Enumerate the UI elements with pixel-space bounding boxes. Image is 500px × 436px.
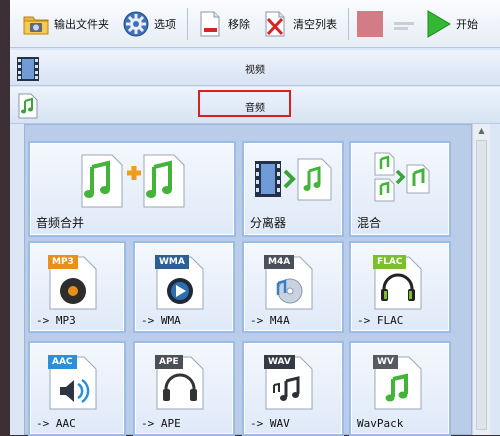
tile-mix-label: 混合 [357, 216, 382, 230]
start-label: 开始 [456, 18, 478, 31]
tile-flac-label: -> FLAC [357, 314, 404, 327]
audio-join-icon [78, 153, 188, 213]
flac-badge: FLAC [373, 255, 407, 269]
options-label: 选项 [154, 18, 176, 31]
remove-button[interactable]: 移除 [196, 8, 250, 40]
tile-wavpack[interactable]: WV WavPack [349, 341, 451, 436]
splitter-icon [254, 157, 334, 205]
folder-icon [22, 10, 50, 38]
pause-button[interactable] [390, 8, 422, 40]
toolbar: 输出文件夹 选项 移除 清空列表 开始 [10, 0, 500, 48]
stop-icon [356, 10, 384, 38]
output-folder-label: 输出文件夹 [54, 18, 109, 31]
scroll-thumb[interactable] [476, 140, 487, 430]
clear-list-label: 清空列表 [293, 18, 337, 31]
clear-list-icon [261, 10, 289, 38]
tile-m4a[interactable]: M4A -> M4A [242, 241, 344, 333]
tile-aac[interactable]: AAC -> AAC [28, 341, 126, 436]
remove-label: 移除 [228, 18, 250, 31]
scroll-up-arrow-icon[interactable]: ▲ [473, 124, 490, 138]
tile-wav[interactable]: WAV -> WAV [242, 341, 344, 436]
pause-icon [390, 10, 418, 38]
tile-ape-label: -> APE [141, 417, 181, 430]
format-factory-window: 输出文件夹 选项 移除 清空列表 开始 视频 音频 音频合并 分离器 混合 MP… [10, 0, 500, 436]
toolbar-separator [187, 8, 188, 40]
gear-icon [122, 10, 150, 38]
tile-wma-label: -> WMA [141, 314, 181, 327]
wma-badge: WMA [155, 255, 189, 269]
flac-document-icon: FLAC [373, 255, 423, 311]
tile-mp3[interactable]: MP3 -> MP3 [28, 241, 126, 333]
aac-document-icon: AAC [48, 355, 98, 411]
mix-icon [373, 151, 433, 209]
category-video-label: 视频 [245, 65, 265, 76]
wav-badge: WAV [264, 355, 295, 369]
tile-m4a-label: -> M4A [250, 314, 290, 327]
toolbar-separator [348, 8, 349, 40]
m4a-badge: M4A [264, 255, 295, 269]
category-video[interactable]: 视频 [10, 50, 500, 86]
aac-badge: AAC [48, 355, 77, 369]
mp3-document-icon: MP3 [48, 255, 98, 311]
output-folder-button[interactable]: 输出文件夹 [22, 8, 109, 40]
tile-audio-join-label: 音频合并 [36, 216, 85, 230]
clear-list-button[interactable]: 清空列表 [261, 8, 337, 40]
window-edge [0, 0, 10, 435]
tile-flac[interactable]: FLAC -> FLAC [349, 241, 451, 333]
wv-badge: WV [373, 355, 398, 369]
remove-document-icon [196, 10, 224, 38]
ape-badge: APE [155, 355, 183, 369]
tile-aac-label: -> AAC [36, 417, 76, 430]
ape-document-icon: APE [155, 355, 205, 411]
audio-tool-panel: 音频合并 分离器 混合 MP3 -> MP3 WMA -> WMA M4A ->… [24, 124, 472, 436]
tile-wavpack-label: WavPack [357, 417, 404, 430]
tile-ape[interactable]: APE -> APE [133, 341, 235, 436]
panel-scrollbar[interactable]: ▲ [472, 124, 490, 435]
tile-splitter-label: 分离器 [250, 216, 287, 230]
tile-wav-label: -> WAV [250, 417, 290, 430]
app-frame: 输出文件夹 选项 移除 清空列表 开始 视频 音频 音频合并 分离器 混合 MP… [0, 0, 500, 436]
mp3-badge: MP3 [48, 255, 78, 269]
tile-mp3-label: -> MP3 [36, 314, 76, 327]
wma-document-icon: WMA [155, 255, 205, 311]
play-icon [424, 10, 452, 38]
wavpack-document-icon: WV [373, 355, 423, 411]
options-button[interactable]: 选项 [122, 8, 176, 40]
tile-audio-join[interactable]: 音频合并 [28, 141, 236, 237]
tile-wma[interactable]: WMA -> WMA [133, 241, 235, 333]
tile-mix[interactable]: 混合 [349, 141, 451, 237]
tile-splitter[interactable]: 分离器 [242, 141, 344, 237]
start-button[interactable]: 开始 [424, 8, 478, 40]
stop-button[interactable] [356, 8, 388, 40]
audio-highlight-box [198, 90, 291, 117]
wav-document-icon: WAV [264, 355, 314, 411]
m4a-document-icon: M4A [264, 255, 314, 311]
